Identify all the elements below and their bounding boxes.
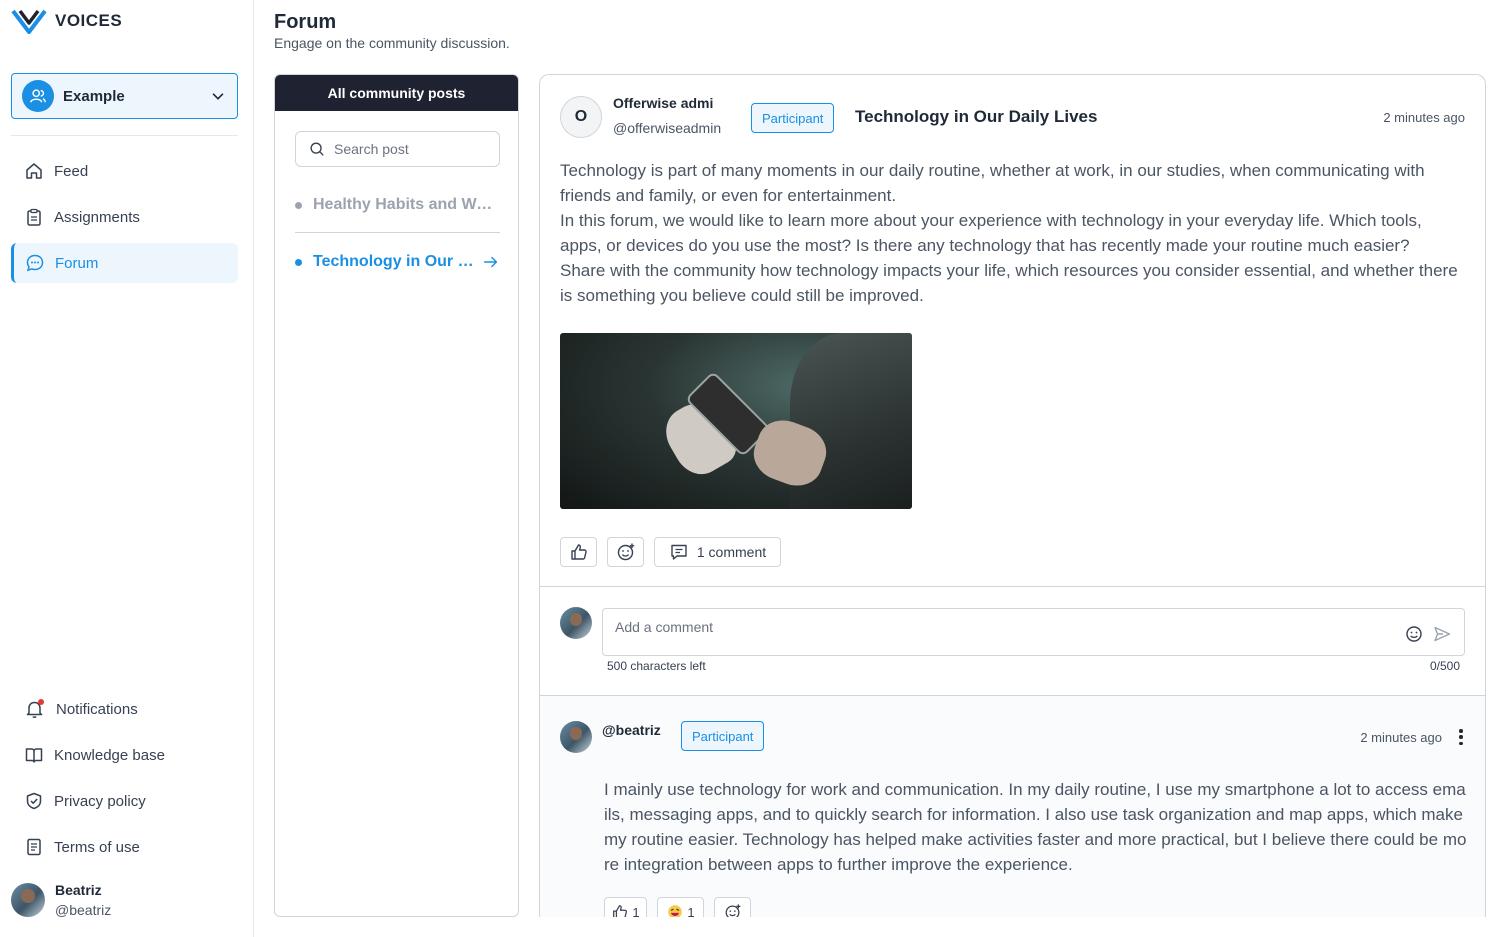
chevron-down-icon <box>212 93 224 100</box>
brand-logo[interactable]: VOICES <box>11 8 122 34</box>
emoji-add-icon <box>617 543 634 561</box>
comment-input[interactable]: Add a comment <box>602 608 1465 656</box>
author-name[interactable]: Offerwise admi <box>613 95 713 111</box>
role-badge: Participant <box>681 721 765 751</box>
role-badge: Participant <box>751 103 835 133</box>
comment-add-reaction-button[interactable] <box>714 897 751 917</box>
page-subtitle: Engage on the community discussion. <box>274 35 510 51</box>
author-avatar[interactable]: O <box>560 96 602 138</box>
chat-bubble-icon <box>26 254 44 272</box>
chars-left-label: 500 characters left <box>607 659 706 673</box>
like-count: 1 <box>632 904 640 918</box>
current-user[interactable]: Beatriz @beatriz <box>11 882 111 918</box>
book-icon <box>25 748 43 763</box>
list-divider <box>295 232 500 233</box>
post-list-panel: All community posts Search post Healthy … <box>274 74 519 917</box>
search-icon <box>310 142 324 156</box>
avatar <box>11 883 45 917</box>
comment-body: I mainly use technology for work and com… <box>604 780 1467 874</box>
sidebar-divider <box>11 135 238 136</box>
post-image-phone-hands[interactable] <box>560 333 912 509</box>
laugh-count: 1 <box>687 904 695 918</box>
post-body: Technology is part of many moments in ou… <box>560 158 1465 308</box>
sidebar-item-feed[interactable]: Feed <box>11 151 238 191</box>
sidebar-item-label: Knowledge base <box>54 746 165 764</box>
post-list-item-healthy-habits[interactable]: Healthy Habits and Wellbeing <box>295 185 500 225</box>
more-options-icon[interactable] <box>1455 726 1467 748</box>
sidebar-item-label: Assignments <box>54 208 140 226</box>
voices-logo-icon <box>11 9 47 34</box>
comment-author-handle[interactable]: @beatriz <box>602 722 661 738</box>
add-reaction-button[interactable] <box>607 537 644 567</box>
post-paragraph: Technology is part of many moments in ou… <box>560 161 1425 205</box>
sidebar-item-label: Terms of use <box>54 838 140 856</box>
emoji-icon[interactable] <box>1404 624 1424 644</box>
author-handle: @offerwiseadmin <box>613 120 722 136</box>
user-handle: @beatriz <box>55 902 112 918</box>
bell-icon <box>26 699 44 718</box>
sidebar-item-label: Notifications <box>56 700 138 718</box>
post-list-item-technology[interactable]: Technology in Our Daily Lives <box>295 242 500 282</box>
comments-button[interactable]: 1 comment <box>654 537 781 567</box>
thumbs-up-icon <box>570 544 587 560</box>
page-title: Forum <box>274 11 337 33</box>
comment-icon <box>671 544 687 560</box>
workspace-name: Example <box>63 87 125 105</box>
emoji-add-icon <box>725 904 740 917</box>
laugh-reaction-button[interactable]: 1 <box>657 897 704 917</box>
sidebar-item-label: Forum <box>55 254 99 272</box>
post-paragraph: Share with the community how technology … <box>560 261 1458 305</box>
post-list-item-label: Technology in Our Daily Lives <box>313 253 474 270</box>
clipboard-icon <box>27 208 41 226</box>
sidebar-item-knowledge-base[interactable]: Knowledge base <box>11 735 238 775</box>
sidebar-item-forum[interactable]: Forum <box>11 243 238 283</box>
avatar <box>560 607 592 639</box>
laughing-emoji-icon <box>668 905 683 917</box>
comment-timestamp: 2 minutes ago <box>1360 730 1442 745</box>
workspace-selector[interactable]: Example <box>11 73 238 119</box>
post-paragraph: In this forum, we would like to learn mo… <box>560 211 1422 255</box>
sidebar-item-terms-of-use[interactable]: Terms of use <box>11 827 238 867</box>
section-divider <box>540 586 1485 587</box>
sidebar-item-privacy-policy[interactable]: Privacy policy <box>11 781 238 821</box>
sidebar-item-notifications[interactable]: Notifications <box>11 689 238 729</box>
app-root: VOICES Example Feed Assignments Forum No… <box>0 0 1493 937</box>
post-list-item-label: Healthy Habits and Wellbeing <box>313 196 500 213</box>
post-title: Technology in Our Daily Lives <box>855 107 1098 126</box>
thumbs-up-icon <box>613 905 628 917</box>
avatar <box>560 721 592 753</box>
post-timestamp: 2 minutes ago <box>1383 110 1465 125</box>
user-name: Beatriz <box>55 882 102 898</box>
char-counter: 0/500 <box>1429 659 1460 673</box>
comment-item: @beatriz Participant 2 minutes ago I mai… <box>540 696 1485 917</box>
status-dot <box>295 258 302 266</box>
post-list-header: All community posts <box>275 75 518 111</box>
comment-like-button[interactable]: 1 <box>604 897 647 917</box>
search-placeholder: Search post <box>334 141 409 157</box>
document-icon <box>27 838 41 856</box>
sidebar-item-assignments[interactable]: Assignments <box>11 197 238 237</box>
comment-placeholder: Add a comment <box>615 619 714 635</box>
users-icon <box>22 80 54 112</box>
brand-name: VOICES <box>55 11 123 30</box>
home-icon <box>26 163 42 179</box>
sidebar: VOICES Example Feed Assignments Forum No… <box>0 0 254 937</box>
comment-count: 1 comment <box>696 544 767 560</box>
search-input[interactable]: Search post <box>295 131 500 167</box>
shield-check-icon <box>26 792 42 810</box>
status-dot <box>295 201 302 209</box>
sidebar-item-label: Feed <box>54 162 89 180</box>
arrow-right-icon <box>483 256 498 268</box>
post-detail-panel: O Offerwise admi @offerwiseadmin Partici… <box>539 74 1486 917</box>
send-icon[interactable] <box>1432 624 1452 644</box>
sidebar-item-label: Privacy policy <box>54 792 146 810</box>
like-button[interactable] <box>560 537 597 567</box>
